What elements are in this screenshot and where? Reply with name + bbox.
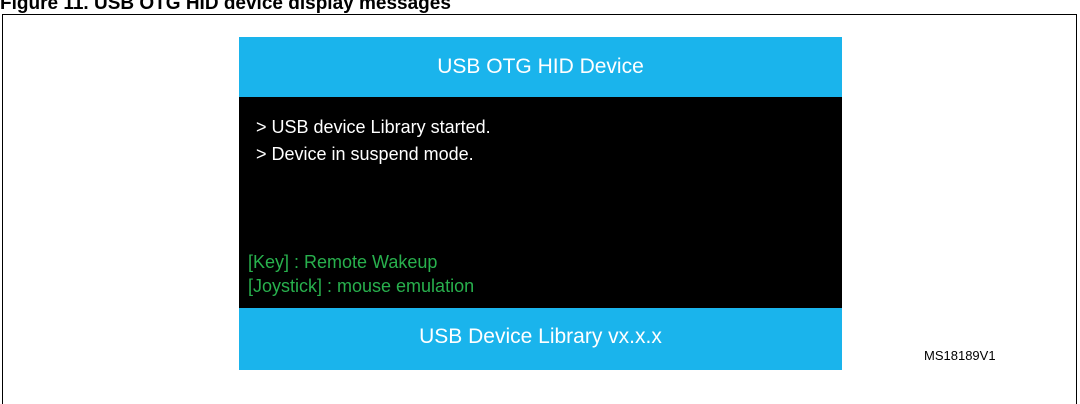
log-line-library-started: > USB device Library started.	[256, 117, 491, 137]
console-area: > USB device Library started. > Device i…	[239, 97, 842, 308]
lcd-screen: USB OTG HID Device > USB device Library …	[239, 37, 842, 370]
figure-caption: Figure 11. USB OTG HID device display me…	[0, 0, 451, 14]
hint-key-remote-wakeup: [Key] : Remote Wakeup	[248, 252, 438, 272]
hint-joystick-mouse-emulation: [Joystick] : mouse emulation	[248, 276, 475, 296]
log-line-suspend-mode: > Device in suspend mode.	[256, 144, 474, 164]
screen-header: USB OTG HID Device	[239, 37, 842, 97]
figure-reference-id: MS18189V1	[924, 348, 996, 363]
screen-footer: USB Device Library vx.x.x	[239, 308, 842, 370]
